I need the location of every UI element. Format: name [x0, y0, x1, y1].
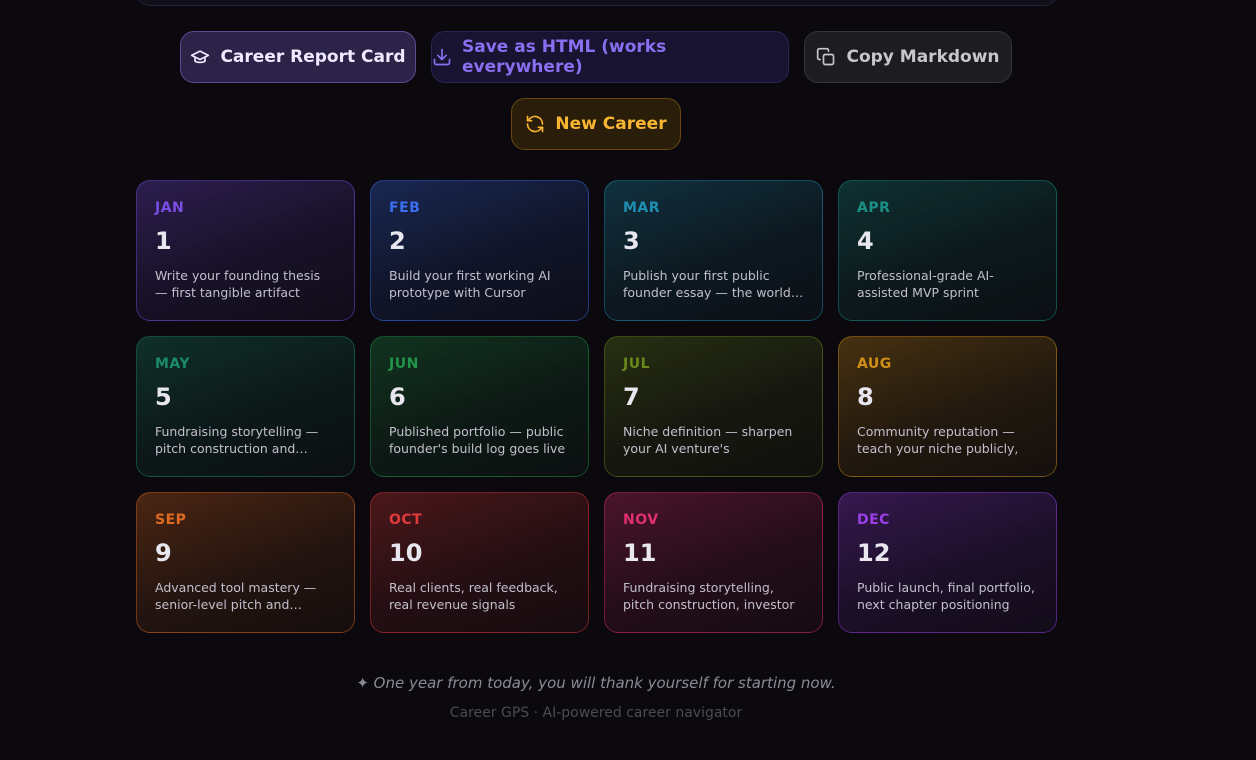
month-number: 9: [155, 539, 172, 567]
month-number: 7: [623, 383, 640, 411]
month-card-aug[interactable]: AUG 8 Community reputation — teach your ni…: [838, 336, 1057, 477]
month-description: Niche definition — sharpen your AI ventu…: [623, 424, 793, 456]
month-description: Advanced tool mastery — senior-level pit…: [155, 580, 317, 612]
month-label: AUG: [857, 356, 892, 372]
career-report-card-button[interactable]: Career Report Card: [180, 31, 416, 83]
month-description: Community reputation — teach your niche …: [857, 424, 1019, 456]
month-description: Build your first working AI prototype wi…: [389, 268, 551, 300]
month-label: NOV: [623, 512, 659, 528]
month-number: 2: [389, 227, 406, 255]
month-description: Public launch, final portfolio, next cha…: [857, 580, 1035, 612]
month-card-oct[interactable]: OCT 10 Real clients, real feedback, real r…: [370, 492, 589, 633]
new-career-label: New Career: [555, 114, 667, 134]
month-card-jul[interactable]: JUL 7 Niche definition — sharpen your AI v…: [604, 336, 823, 477]
month-number: 4: [857, 227, 874, 255]
month-card-jun[interactable]: JUN 6 Published portfolio — public founder…: [370, 336, 589, 477]
month-label: JUN: [389, 356, 419, 372]
month-number: 10: [389, 539, 423, 567]
month-number: 12: [857, 539, 891, 567]
month-label: SEP: [155, 512, 187, 528]
month-label: MAR: [623, 200, 661, 216]
month-label: DEC: [857, 512, 890, 528]
month-number: 3: [623, 227, 640, 255]
download-icon: [433, 48, 451, 66]
month-card-feb[interactable]: FEB 2 Build your first working AI prototyp…: [370, 180, 589, 321]
month-description: Real clients, real feedback, real revenu…: [389, 580, 558, 612]
month-card-mar[interactable]: MAR 3 Publish your first public founder es…: [604, 180, 823, 321]
save-html-label: Save as HTML (works everywhere): [462, 37, 667, 77]
month-card-may[interactable]: MAY 5 Fundraising storytelling — pitch con…: [136, 336, 355, 477]
graduation-cap-icon: [191, 50, 210, 64]
month-description: Professional-grade AI-assisted MVP sprin…: [857, 268, 994, 300]
month-number: 11: [623, 539, 657, 567]
month-number: 8: [857, 383, 874, 411]
copy-markdown-label: Copy Markdown: [846, 47, 1000, 67]
month-description: Publish your first public founder essay …: [623, 268, 804, 300]
copy-icon: [817, 47, 835, 66]
month-label: MAY: [155, 356, 191, 372]
motivational-quote: ✦ One year from today, you will thank yo…: [356, 674, 836, 692]
month-label: JAN: [155, 200, 185, 216]
month-card-jan[interactable]: JAN 1 Write your founding thesis — first t…: [136, 180, 355, 321]
month-number: 1: [155, 227, 172, 255]
month-label: OCT: [389, 512, 423, 528]
month-label: JUL: [623, 356, 650, 372]
month-card-dec[interactable]: DEC 12 Public launch, final portfolio, nex…: [838, 492, 1057, 633]
month-label: FEB: [389, 200, 421, 216]
page: Career Report Card Save as HTML (works e…: [0, 0, 1256, 760]
month-description: Fundraising storytelling — pitch constru…: [155, 424, 319, 456]
month-card-sep[interactable]: SEP 9 Advanced tool mastery — senior-level…: [136, 492, 355, 633]
month-number: 5: [155, 383, 172, 411]
month-card-apr[interactable]: APR 4 Professional-grade AI-assisted MVP s…: [838, 180, 1057, 321]
new-career-button[interactable]: New Career: [511, 98, 681, 150]
save-html-button[interactable]: Save as HTML (works everywhere): [431, 31, 789, 83]
month-number: 6: [389, 383, 406, 411]
refresh-icon: [527, 115, 544, 133]
career-report-card-label: Career Report Card: [220, 47, 406, 67]
copy-markdown-button[interactable]: Copy Markdown: [804, 31, 1012, 83]
month-description: Write your founding thesis — first tangi…: [155, 268, 321, 300]
month-description: Fundraising storytelling, pitch construc…: [623, 580, 795, 612]
month-label: APR: [857, 200, 891, 216]
month-card-nov[interactable]: NOV 11 Fundraising storytelling, pitch con…: [604, 492, 823, 633]
footer-credit: Career GPS · AI-powered career navigator: [449, 705, 743, 721]
month-description: Published portfolio — public founder's b…: [389, 424, 566, 456]
previous-panel-edge: [136, 0, 1058, 6]
